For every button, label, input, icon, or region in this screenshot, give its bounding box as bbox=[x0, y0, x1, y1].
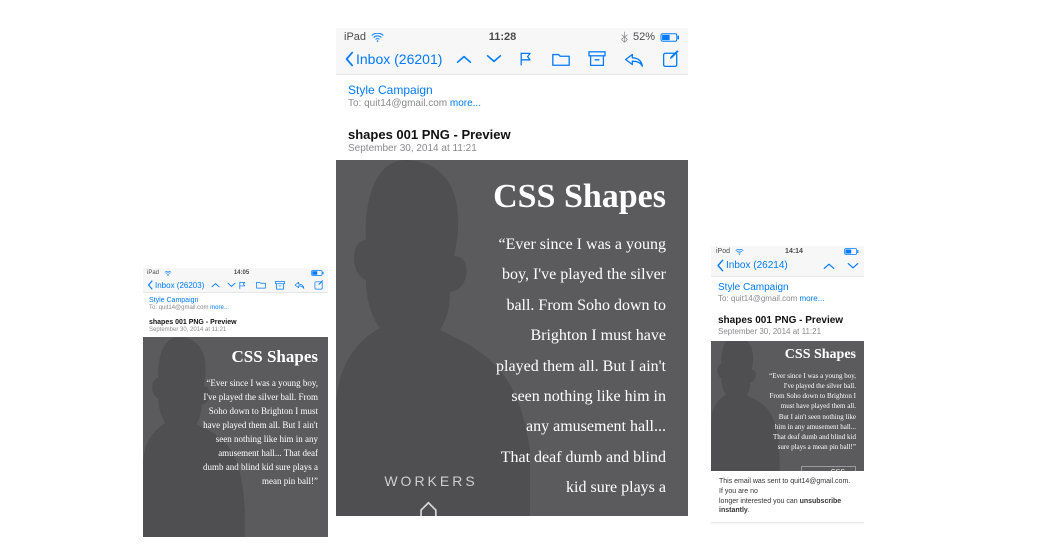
wifi-icon bbox=[371, 33, 384, 42]
archive-button[interactable] bbox=[588, 51, 606, 67]
to-line: To: quit14@gmail.com more... bbox=[718, 294, 857, 303]
hero-quote: “Ever since I was a young boy, I've play… bbox=[199, 377, 329, 497]
date: September 30, 2014 at 11:21 bbox=[348, 143, 676, 154]
status-time: 11:28 bbox=[489, 31, 517, 43]
back-button[interactable]: Inbox (26203) bbox=[147, 280, 204, 290]
battery-icon bbox=[311, 270, 324, 276]
next-message-button[interactable] bbox=[227, 282, 236, 288]
subject: shapes 001 PNG - Preview bbox=[149, 319, 322, 326]
ipad-mail-center: iPad 11:28 52% Inbox (26201) Style C bbox=[336, 28, 688, 516]
to-address: quit14@gmail.com bbox=[159, 305, 209, 311]
status-device: iPad bbox=[344, 31, 366, 43]
to-line: To: quit14@gmail.com more... bbox=[149, 305, 322, 311]
wifi-icon bbox=[164, 271, 172, 276]
back-button[interactable]: Inbox (26201) bbox=[344, 51, 442, 67]
wifi-icon bbox=[735, 249, 744, 255]
unsubscribe-strip: This email was sent to quit14@gmail.com.… bbox=[711, 471, 864, 522]
nav-bar: Inbox (26201) bbox=[336, 46, 688, 75]
email-hero: CSS Shapes “Ever since I was a young boy… bbox=[143, 337, 328, 537]
status-device: iPad bbox=[147, 270, 159, 276]
reply-button[interactable] bbox=[624, 52, 644, 67]
hero-quote: “Ever since I was a young boy, I've play… bbox=[494, 230, 688, 516]
more-link[interactable]: more... bbox=[800, 294, 825, 303]
back-label: Inbox (26214) bbox=[726, 260, 788, 271]
subject: shapes 001 PNG - Preview bbox=[348, 127, 676, 142]
next-message-button[interactable] bbox=[847, 262, 859, 270]
hero-quote: “Ever since I was a young boy, I've play… bbox=[769, 371, 864, 456]
flag-button[interactable] bbox=[518, 51, 534, 67]
message-header: Style Campaign To: quit14@gmail.com more… bbox=[711, 277, 864, 341]
status-device: iPod bbox=[716, 248, 730, 255]
back-chevron-icon bbox=[147, 280, 153, 290]
date: September 30, 2014 at 11:21 bbox=[718, 327, 857, 336]
email-hero: WORKERS CSS Shapes “Ever since I was a y… bbox=[336, 160, 688, 516]
hero-title: CSS Shapes bbox=[711, 341, 864, 363]
prev-message-button[interactable] bbox=[823, 262, 835, 270]
to-prefix: To: bbox=[149, 305, 157, 311]
hero-title: CSS Shapes bbox=[143, 337, 328, 369]
nav-bar: Inbox (26214) bbox=[711, 257, 864, 277]
more-link[interactable]: more... bbox=[210, 305, 229, 311]
back-chevron-icon bbox=[344, 51, 354, 67]
next-message-button[interactable] bbox=[486, 54, 502, 64]
battery-pct: 52% bbox=[633, 31, 655, 43]
back-button[interactable]: Inbox (26214) bbox=[716, 259, 788, 272]
more-link[interactable]: more... bbox=[450, 98, 481, 109]
compose-button[interactable] bbox=[662, 50, 680, 68]
nav-bar: Inbox (26203) bbox=[143, 278, 328, 293]
to-address: quit14@gmail.com bbox=[731, 294, 797, 303]
to-prefix: To: bbox=[718, 294, 729, 303]
prev-message-button[interactable] bbox=[456, 54, 472, 64]
sender-name[interactable]: Style Campaign bbox=[149, 297, 322, 304]
bluetooth-icon bbox=[621, 31, 628, 43]
back-label: Inbox (26203) bbox=[155, 281, 204, 290]
prev-message-button[interactable] bbox=[211, 282, 220, 288]
flag-button[interactable] bbox=[238, 281, 247, 290]
unsub-email: quit14@gmail.com bbox=[790, 478, 848, 485]
message-header: Style Campaign To: quit14@gmail.com more… bbox=[336, 75, 688, 160]
status-bar: iPad 11:28 52% bbox=[336, 28, 688, 46]
to-address: quit14@gmail.com bbox=[364, 98, 447, 109]
status-bar: iPod 14:14 bbox=[711, 246, 864, 257]
skyline-icon bbox=[357, 495, 505, 516]
tshirt-graphic: WORKERS bbox=[357, 473, 505, 516]
archive-button[interactable] bbox=[275, 281, 285, 290]
ipad-mail-left: iPad 14:05 Inbox (26203) Style Campaign bbox=[143, 268, 328, 544]
back-label: Inbox (26201) bbox=[356, 51, 442, 67]
sender-name[interactable]: Style Campaign bbox=[718, 282, 857, 293]
subject: shapes 001 PNG - Preview bbox=[718, 315, 857, 326]
tshirt-text: WORKERS bbox=[357, 473, 505, 489]
sender-name[interactable]: Style Campaign bbox=[348, 83, 676, 97]
to-prefix: To: bbox=[348, 98, 361, 109]
move-button[interactable] bbox=[256, 281, 266, 289]
date: September 30, 2014 at 11:21 bbox=[149, 327, 322, 333]
css-shapes-chip[interactable]: CSS Shapes bbox=[801, 466, 856, 471]
to-line: To: quit14@gmail.com more... bbox=[348, 98, 676, 109]
battery-icon bbox=[844, 248, 859, 255]
reply-button[interactable] bbox=[294, 281, 305, 289]
compose-button[interactable] bbox=[314, 280, 324, 290]
back-chevron-icon bbox=[716, 259, 724, 272]
move-button[interactable] bbox=[552, 52, 570, 67]
hero-title: CSS Shapes bbox=[336, 160, 688, 222]
status-time: 14:05 bbox=[234, 270, 249, 276]
unsub-text-2a: longer interested you can bbox=[719, 498, 800, 505]
unsub-period: . bbox=[748, 507, 750, 514]
bottom-toolbar bbox=[711, 522, 864, 524]
status-time: 14:14 bbox=[785, 248, 803, 255]
ipod-mail-right: iPod 14:14 Inbox (26214) Style Campaign … bbox=[711, 246, 864, 524]
message-header: Style Campaign To: quit14@gmail.com more… bbox=[143, 293, 328, 337]
unsub-text-1a: This email was sent to bbox=[719, 478, 790, 485]
status-bar: iPad 14:05 bbox=[143, 268, 328, 278]
battery-icon bbox=[660, 33, 680, 42]
email-hero: CSS Shapes “Ever since I was a young boy… bbox=[711, 341, 864, 471]
